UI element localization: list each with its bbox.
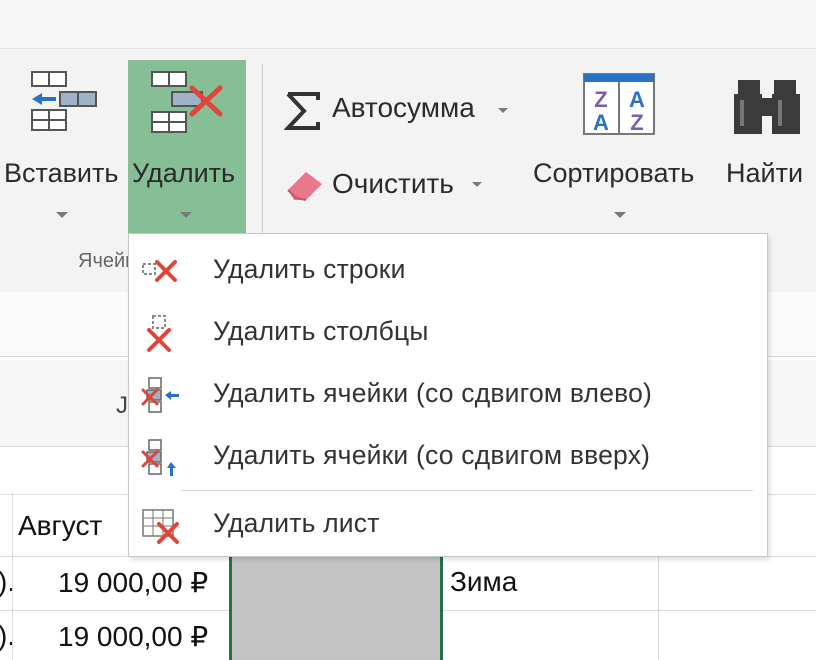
- svg-text:A: A: [593, 110, 609, 135]
- insert-button-label: Вставить: [4, 158, 119, 188]
- delete-cells-shift-up-icon: [141, 439, 176, 476]
- menu-item-label: Удалить ячейки (со сдвигом вверх): [213, 440, 651, 470]
- menu-item-label: Удалить ячейки (со сдвигом влево): [213, 378, 653, 408]
- clear-button[interactable]: Очистить: [282, 160, 502, 208]
- menu-item-label: Удалить лист: [213, 508, 380, 538]
- delete-columns-icon: [147, 315, 171, 352]
- delete-button[interactable]: Удалить: [128, 60, 246, 238]
- cell-text: ).: [0, 620, 12, 652]
- table-row: ). 19 000,00 ₽: [0, 610, 816, 660]
- svg-text:Z: Z: [630, 110, 643, 135]
- sort-label: Сортировать: [533, 158, 695, 188]
- season-cell[interactable]: Зима: [450, 566, 517, 598]
- amount-cell[interactable]: 19 000,00 ₽: [58, 620, 208, 653]
- amount-cell[interactable]: 19 000,00 ₽: [58, 566, 208, 599]
- sort-az-icon: Z A A Z: [583, 73, 655, 135]
- menu-item-delete-cells-shift-left[interactable]: Удалить ячейки (со сдвигом влево): [129, 364, 767, 426]
- delete-rows-icon: [142, 260, 177, 282]
- find-button[interactable]: Найти: [722, 66, 816, 232]
- autosum-label: Автосумма: [332, 92, 475, 123]
- autosum-button[interactable]: Автосумма: [282, 86, 522, 134]
- chevron-down-icon: [56, 212, 68, 218]
- svg-text:A: A: [629, 87, 645, 112]
- cells-group-label: Ячейки: [78, 250, 128, 272]
- insert-cells-icon: [31, 71, 97, 131]
- binoculars-icon: [734, 80, 800, 134]
- menu-item-label: Удалить столбцы: [213, 316, 429, 346]
- menu-item-label: Удалить строки: [213, 254, 406, 284]
- delete-button-label: Удалить: [132, 158, 236, 188]
- chevron-down-icon: [498, 108, 508, 113]
- cell-text: ).: [0, 566, 12, 598]
- delete-cells-shift-left-icon: [141, 377, 179, 413]
- cell-text: Август: [18, 510, 103, 541]
- insert-button[interactable]: Вставить: [0, 60, 126, 238]
- sigma-icon: [284, 92, 320, 130]
- chevron-down-icon: [180, 212, 192, 218]
- menu-item-delete-sheet[interactable]: Удалить лист: [129, 494, 767, 556]
- sort-filter-button[interactable]: Z A A Z Сортировать: [530, 66, 714, 232]
- menu-separator: [181, 490, 753, 491]
- menu-item-delete-cells-shift-up[interactable]: Удалить ячейки (со сдвигом вверх): [129, 426, 767, 488]
- ribbon-separator: [262, 64, 263, 234]
- delete-dropdown-menu: Удалить строки Удалить столбцы Удалить я…: [128, 233, 768, 557]
- find-label: Найти: [726, 158, 804, 188]
- column-header-label: J: [116, 392, 128, 419]
- table-row: ). 19 000,00 ₽ Зима: [0, 556, 816, 610]
- clear-label: Очистить: [332, 168, 454, 199]
- delete-sheet-icon: [142, 509, 179, 544]
- menu-item-delete-columns[interactable]: Удалить столбцы: [129, 302, 767, 364]
- menu-item-delete-rows[interactable]: Удалить строки: [129, 240, 767, 302]
- delete-cells-icon: [151, 71, 223, 133]
- chevron-down-icon: [614, 212, 626, 218]
- svg-text:Z: Z: [594, 87, 607, 112]
- eraser-icon: [287, 172, 322, 201]
- ribbon-tab-strip: [0, 0, 816, 49]
- cell-month-header[interactable]: Август: [12, 494, 132, 556]
- chevron-down-icon: [472, 182, 482, 187]
